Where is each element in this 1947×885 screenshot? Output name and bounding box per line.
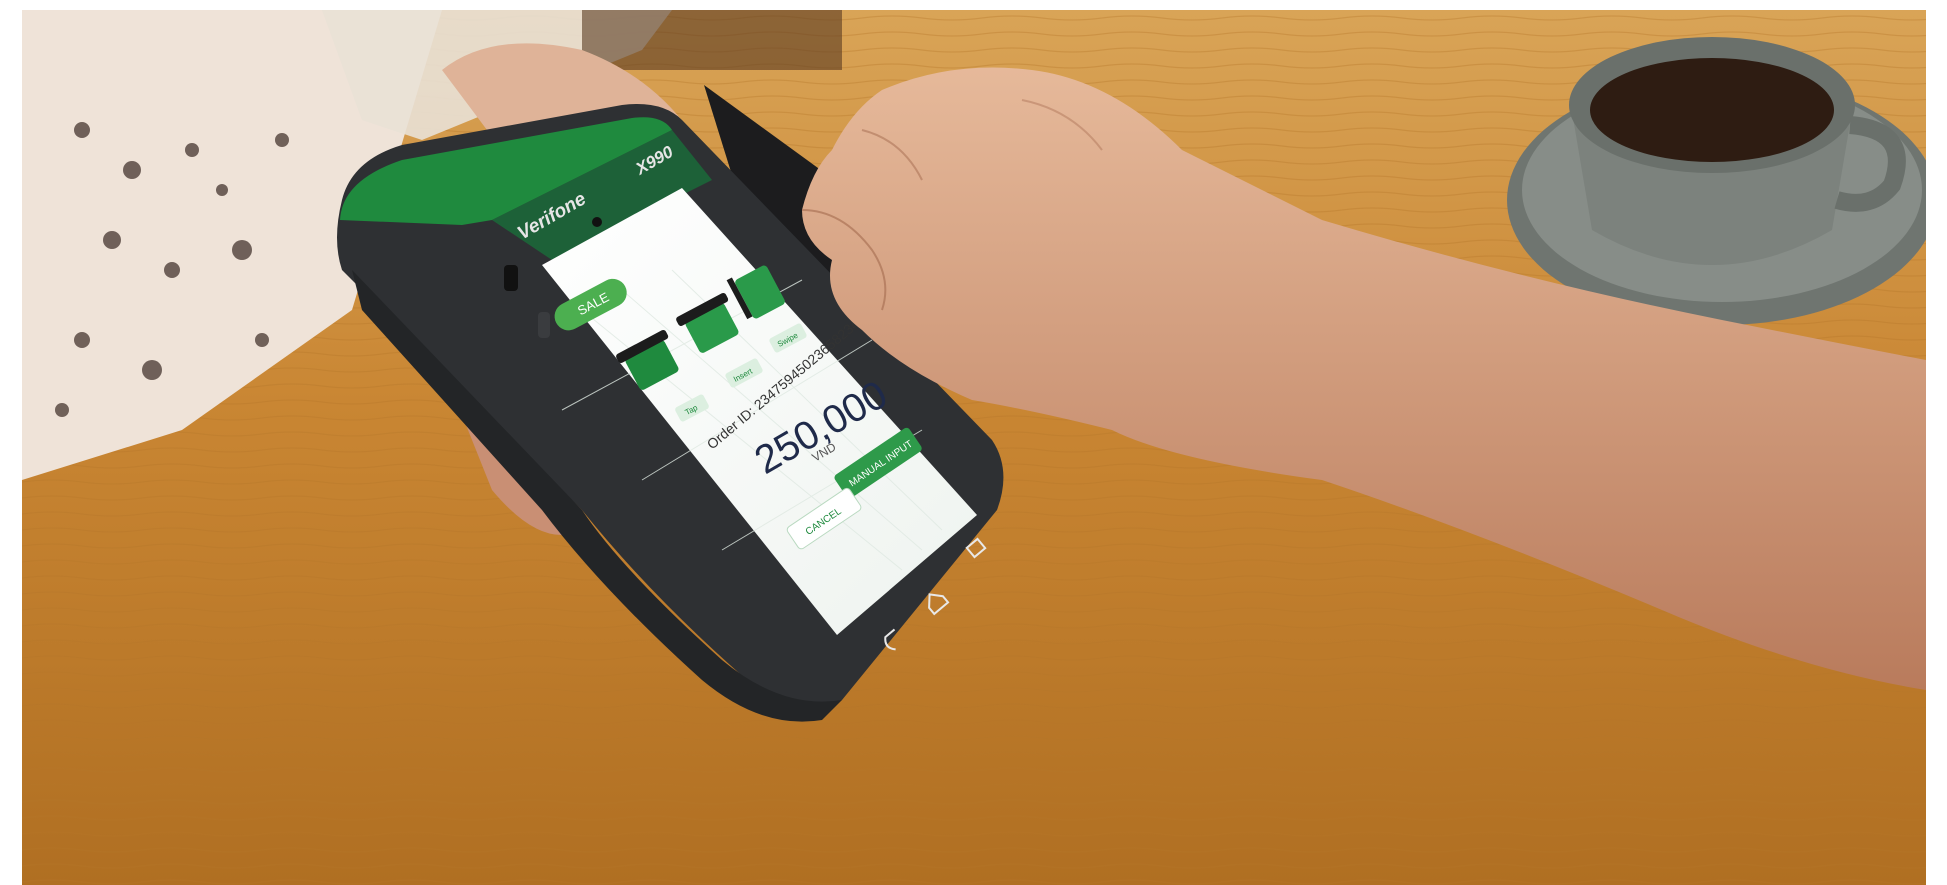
card-slot-icon xyxy=(504,265,518,291)
photo-scene: Verifone X990 SALE Tap Insert Swipe Orde… xyxy=(22,10,1926,885)
scene-svg: Verifone X990 SALE Tap Insert Swipe Orde… xyxy=(22,10,1926,885)
